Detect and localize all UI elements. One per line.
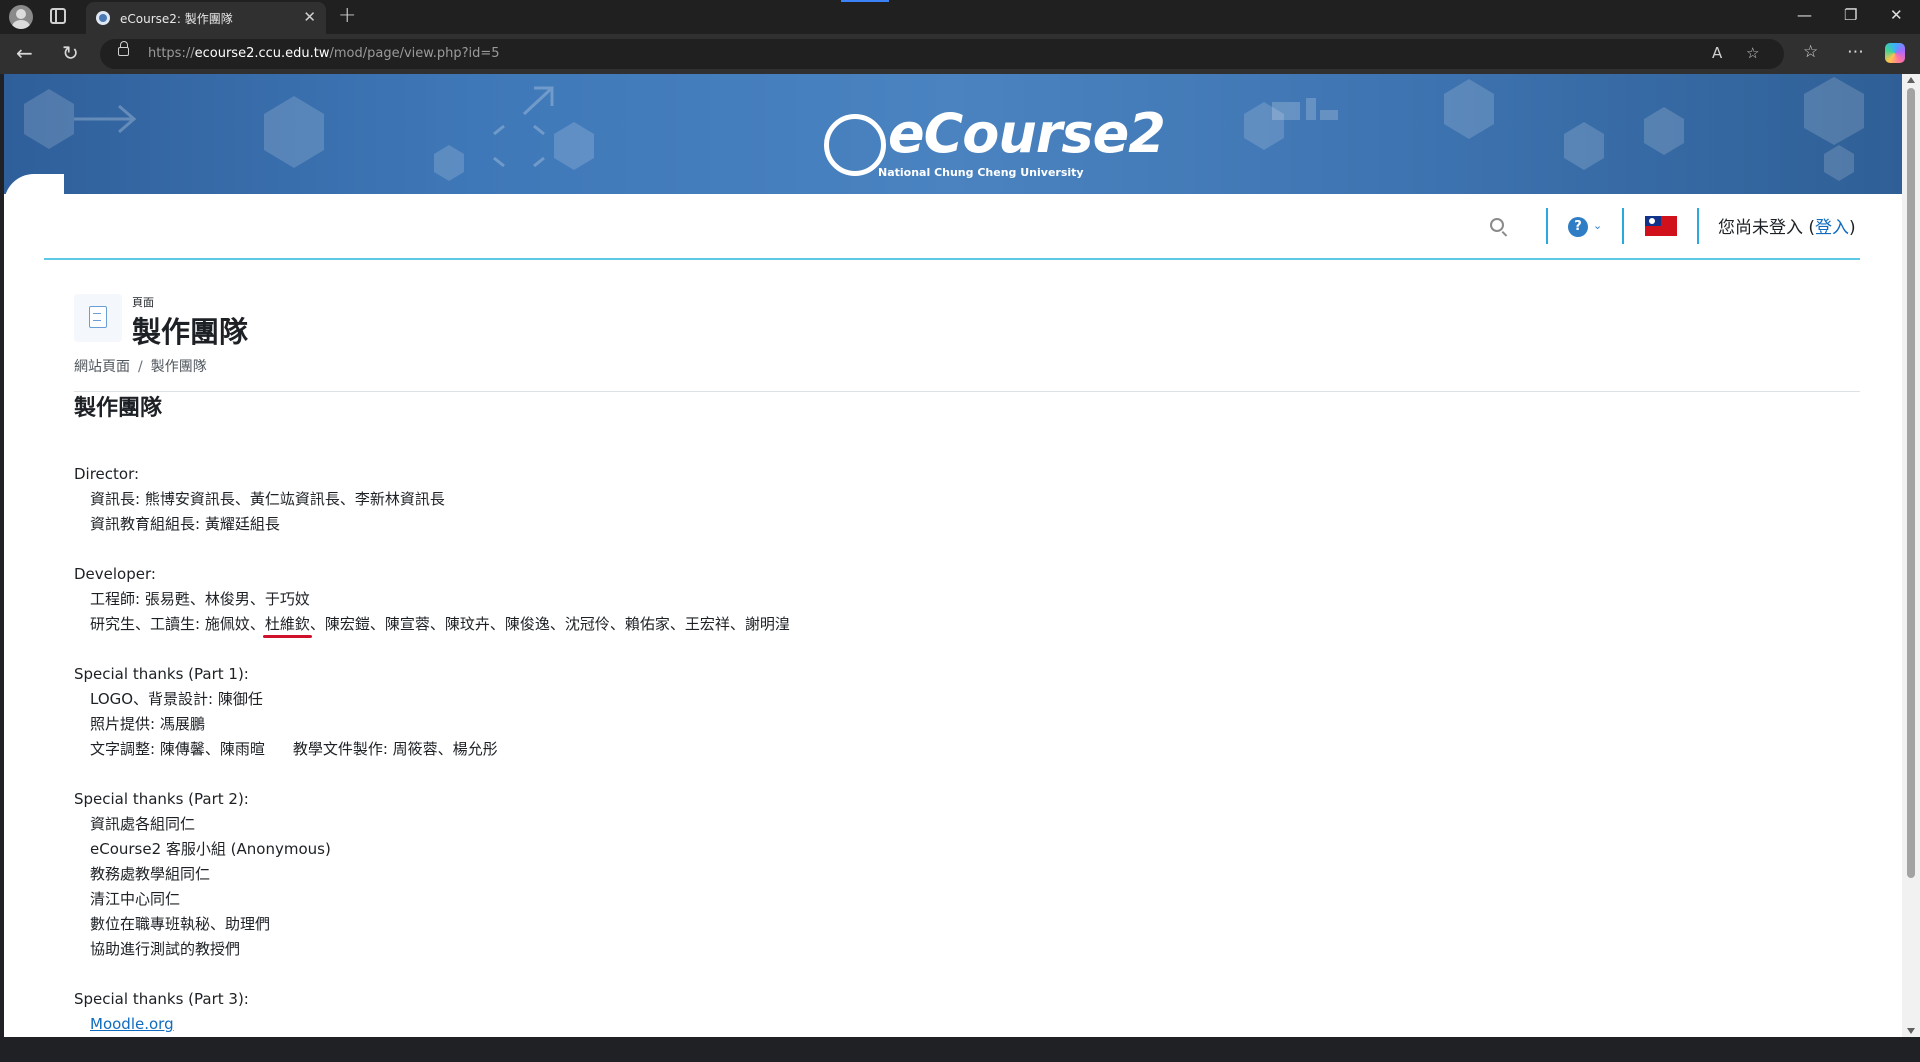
content-line: LOGO、背景設計: 陳御任 [90,690,263,708]
page-content: 製作團隊 Director: 資訊長: 熊博安資訊長、黃仁竑資訊長、李新林資訊長… [74,392,1854,1062]
header-nav-bar [44,202,1860,260]
section-label: Special thanks (Part 2): [74,790,249,808]
content-line: 協助進行測試的教授們 [90,940,241,958]
section-label: Special thanks (Part 3): [74,990,249,1008]
profile-avatar-icon[interactable] [9,5,33,29]
new-tab-icon[interactable]: + [338,3,356,28]
favorite-star-icon[interactable]: ☆ [1746,44,1759,62]
window-close-icon[interactable]: ✕ [1890,6,1903,24]
nav-divider [1546,208,1548,244]
breadcrumb-item[interactable]: 網站頁面 [74,359,130,375]
copilot-icon[interactable] [1885,43,1905,63]
highlighted-name: 杜維欽 [262,612,312,638]
login-link[interactable]: 登入 [1815,218,1849,238]
content-line: eCourse2 客服小組 (Anonymous) [90,840,331,858]
restore-icon[interactable]: ❐ [1844,6,1857,24]
content-line: Moodle.org [74,1012,1854,1037]
content-line: 文字調整: 陳傳馨、陳雨暄 教學文件製作: 周筱蓉、楊允彤 [90,740,498,758]
reload-icon[interactable]: ↻ [62,41,79,65]
help-icon[interactable]: ? [1568,217,1588,237]
content-line: 資訊教育組組長: 黃耀廷組長 [90,515,280,533]
tab-close-icon[interactable]: ✕ [303,8,316,26]
scroll-down-icon[interactable] [1907,1028,1915,1034]
content-heading: 製作團隊 [74,396,163,421]
browser-tab-active[interactable]: eCourse2: 製作團隊 ✕ [86,2,326,34]
globe-logo-icon [824,114,886,176]
page-title: 製作團隊 [132,315,249,349]
page-type-icon [74,294,122,342]
scroll-up-icon[interactable] [1907,77,1915,83]
tab-accent-line [841,0,889,2]
content-line: 數位在職專班執秘、助理們 [90,915,271,933]
browser-tab-bar: eCourse2: 製作團隊 ✕ + — ❐ ✕ [0,0,1920,34]
favorites-icon[interactable]: ☆ [1803,42,1818,62]
page-kind-label: 頁面 [132,296,154,309]
logo-text: eCourse2 [888,102,1166,165]
nav-divider [1697,208,1699,244]
minimize-icon[interactable]: — [1797,6,1812,24]
content-line: 資訊長: 熊博安資訊長、黃仁竑資訊長、李新林資訊長 [90,490,445,508]
scrollbar-thumb[interactable] [1907,88,1915,878]
back-icon[interactable]: ← [16,41,33,65]
thanks-part3-section: Special thanks (Part 3): Moodle.org [74,987,1854,1037]
page-scrollbar[interactable] [1902,74,1920,1037]
address-bar[interactable]: https://ecourse2.ccu.edu.tw/mod/page/vie… [100,39,1784,69]
login-status: 您尚未登入 (登入) [1718,218,1856,238]
content-line: 工程師: 張易甦、林俊男、于巧妏 [90,590,310,608]
content-line: 照片提供: 馮展鵬 [90,715,205,733]
nav-divider [1622,208,1624,244]
search-icon[interactable] [1490,218,1504,232]
read-aloud-icon[interactable]: A [1712,44,1722,62]
browser-toolbar: ← ↻ https://ecourse2.ccu.edu.tw/mod/page… [0,34,1920,74]
content-line: 資訊處各組同仁 [90,815,196,833]
more-menu-icon[interactable]: ⋯ [1847,42,1864,62]
site-banner: eCourse2 National Chung Cheng University [4,74,1902,194]
content-line: 清江中心同仁 [90,890,181,908]
section-label: Director: [74,465,140,483]
breadcrumb-separator: / [138,359,143,375]
section-label: Special thanks (Part 1): [74,665,249,683]
language-flag-icon[interactable] [1645,216,1677,236]
site-logo[interactable]: eCourse2 National Chung Cheng University [818,84,1166,194]
breadcrumb-item: 製作團隊 [150,359,207,375]
developer-section: Developer: 工程師: 張易甦、林俊男、于巧妏 研究生、工讀生: 施佩妏… [74,562,1854,638]
moodle-link[interactable]: Moodle.org [90,1015,174,1033]
site-favicon-icon [96,11,110,25]
content-line: 研究生、工讀生: 施佩妏、杜維欽、陳宏鎧、陳宣蓉、陳玟卉、陳俊逸、沈冠伶、賴佑家… [74,612,1854,638]
content-line: 教務處教學組同仁 [90,865,211,883]
chevron-down-icon[interactable]: ⌄ [1593,219,1602,232]
lock-icon[interactable] [118,41,129,56]
tab-actions-icon[interactable] [50,8,66,24]
director-section: Director: 資訊長: 熊博安資訊長、黃仁竑資訊長、李新林資訊長 資訊教育… [74,462,1854,537]
logo-subtitle: National Chung Cheng University [878,166,1084,179]
url-text[interactable]: https://ecourse2.ccu.edu.tw/mod/page/vie… [148,46,500,61]
section-label: Developer: [74,565,156,583]
breadcrumb: 網站頁面 / 製作團隊 [74,356,207,376]
thanks-part1-section: Special thanks (Part 1): LOGO、背景設計: 陳御任 … [74,662,1854,762]
tab-title: eCourse2: 製作團隊 [120,12,233,26]
thanks-part2-section: Special thanks (Part 2): 資訊處各組同仁 eCourse… [74,787,1854,962]
